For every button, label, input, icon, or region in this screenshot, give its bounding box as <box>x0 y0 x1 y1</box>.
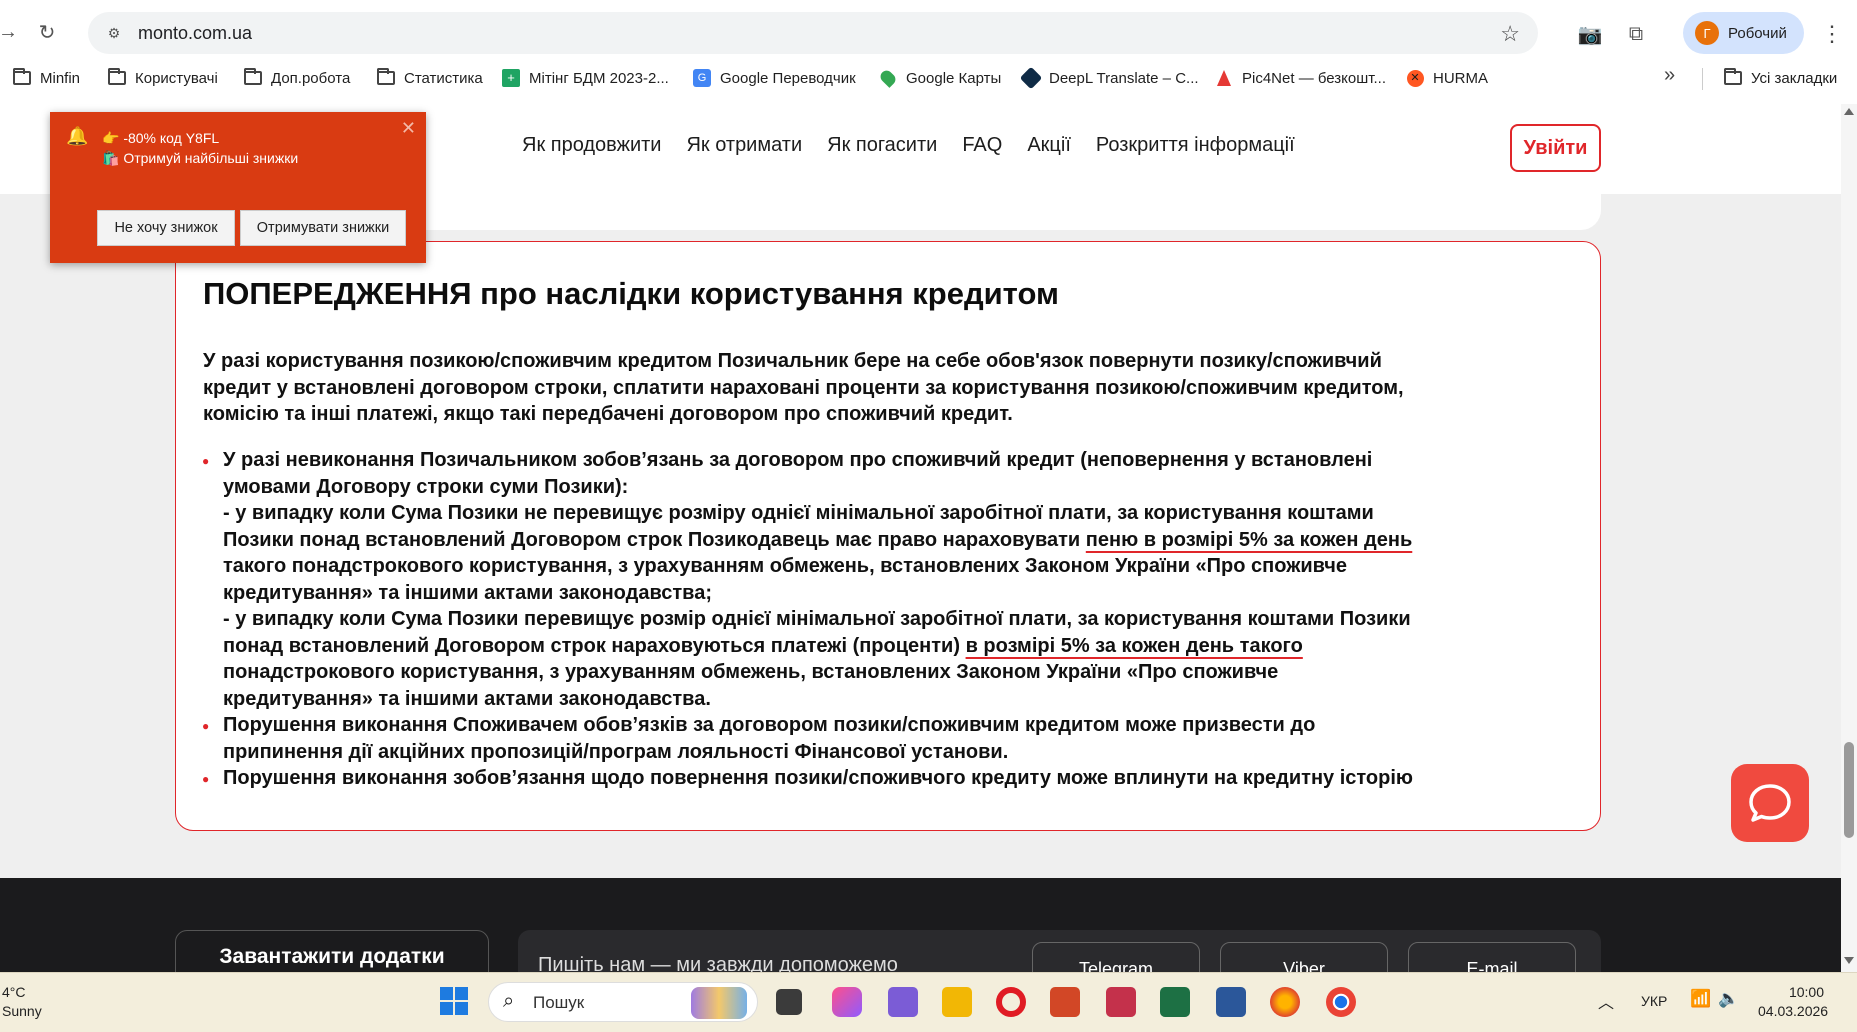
promo-notification: 🔔 ✕ 👉 -80% код Y8FL 🛍️ Отримуй найбільші… <box>50 112 426 263</box>
extensions-icon[interactable]: ⧉ <box>1622 20 1650 48</box>
opera-icon[interactable] <box>996 987 1026 1017</box>
profile-label: Робочий <box>1728 24 1787 42</box>
folder-icon <box>377 68 395 85</box>
underlined-penalty-text: пеню в розмірі 5% за кожен день <box>1085 528 1413 551</box>
list-item: У разі невиконання Позичальником зобов’я… <box>202 447 1543 712</box>
scroll-thumb[interactable] <box>1844 742 1854 838</box>
warning-card: ПОПЕРЕДЖЕННЯ про наслідки користування к… <box>175 241 1601 831</box>
bookmark-hurma[interactable]: ✕ HURMA <box>1405 64 1488 92</box>
login-button[interactable]: Увійти <box>1510 124 1601 172</box>
list-item: Порушення виконання зобов’язання щодо по… <box>202 765 1543 792</box>
sheets-icon: + <box>501 69 521 87</box>
word-icon[interactable] <box>1216 987 1246 1017</box>
profile-button[interactable]: Г Робочий <box>1683 12 1804 54</box>
folder-icon <box>1724 68 1742 85</box>
close-icon[interactable]: ✕ <box>401 118 416 139</box>
folder-icon <box>244 68 262 85</box>
nav-link-get[interactable]: Як отримати <box>686 134 802 157</box>
bookmark-deepl[interactable]: DeepL Translate – С... <box>1019 64 1199 92</box>
bookmark-users[interactable]: Користувачі <box>107 64 218 92</box>
volume-icon[interactable]: 🔈 <box>1718 989 1739 1009</box>
warning-intro: У разі користування позикою/споживчим кр… <box>203 350 1404 425</box>
snipping-tool-icon[interactable] <box>888 987 918 1017</box>
wifi-icon[interactable]: 📶 <box>1690 989 1711 1009</box>
bookmark-google-translate[interactable]: G Google Переводчик <box>692 64 856 92</box>
nav-link-extend[interactable]: Як продовжити <box>522 134 661 157</box>
search-placeholder: Пошук <box>533 993 585 1012</box>
bookmarks-bar: Minfin Користувачі Доп.робота Статистика… <box>0 62 1857 94</box>
task-view-icon[interactable] <box>776 989 802 1015</box>
file-explorer-icon[interactable] <box>942 987 972 1017</box>
all-bookmarks[interactable]: Усі закладки <box>1723 64 1837 92</box>
bookmark-side-work[interactable]: Доп.робота <box>243 64 350 92</box>
bookmark-star-icon[interactable]: ☆ <box>1500 21 1520 47</box>
underlined-interest-text: в розмірі 5% за кожен день такого <box>965 634 1303 657</box>
reload-icon[interactable]: ↻ <box>33 18 61 46</box>
chat-button[interactable] <box>1731 764 1809 842</box>
translate-icon: G <box>692 69 712 87</box>
windows-start-icon[interactable] <box>440 987 470 1017</box>
site-footer: Завантажити додатки Пишіть нам — ми завж… <box>0 878 1841 972</box>
forward-icon[interactable]: → <box>0 18 22 46</box>
browser-chrome: → ↻ ⚙ monto.com.ua ☆ 📷 ⧉ Г Робочий ⋮ Min… <box>0 0 1857 104</box>
scroll-down-icon[interactable] <box>1844 957 1854 964</box>
promo-message: 👉 -80% код Y8FL 🛍️ Отримуй найбільші зни… <box>102 130 299 166</box>
folder-icon <box>108 68 126 85</box>
excel-icon[interactable] <box>1160 987 1190 1017</box>
nav-link-repay[interactable]: Як погасити <box>827 134 937 157</box>
tray-overflow-icon[interactable]: ︿ <box>1598 989 1614 1013</box>
viber-button[interactable]: Viber <box>1220 942 1388 972</box>
clock[interactable]: 10:00 04.03.2026 <box>1758 983 1828 1021</box>
scroll-up-icon[interactable] <box>1844 108 1854 115</box>
decline-discounts-button[interactable]: Не хочу знижок <box>97 210 235 246</box>
nav-link-disclosure[interactable]: Розкриття інформації <box>1096 134 1295 157</box>
taskbar: 4°C Sunny ⌕ Пошук ︿ УКР 📶 🔈 10:00 04.03.… <box>0 972 1857 1032</box>
bookmark-google-maps[interactable]: Google Карты <box>878 64 1001 92</box>
bookmark-statistics[interactable]: Статистика <box>376 64 483 92</box>
bookmarks-divider <box>1702 68 1703 90</box>
nav-link-promotions[interactable]: Акції <box>1027 134 1071 157</box>
browser-menu-icon[interactable]: ⋮ <box>1818 20 1846 48</box>
powerpoint-icon[interactable] <box>1050 987 1080 1017</box>
hurma-icon: ✕ <box>1405 69 1425 87</box>
url-text[interactable]: monto.com.ua <box>138 23 252 44</box>
avatar: Г <box>1695 21 1719 45</box>
page-scrollbar[interactable] <box>1841 104 1857 972</box>
creative-cloud-icon[interactable] <box>832 987 862 1017</box>
site-nav: Як продовжити Як отримати Як погасити FA… <box>522 134 1295 157</box>
search-highlight-image <box>691 987 747 1019</box>
chat-bubble-icon <box>1749 784 1791 822</box>
accept-discounts-button[interactable]: Отримувати знижки <box>240 210 406 246</box>
maps-icon <box>878 68 898 88</box>
access-icon[interactable] <box>1106 987 1136 1017</box>
contact-text: Пишіть нам — ми завжди допоможемо <box>538 954 898 972</box>
camera-icon[interactable]: 📷 <box>1576 20 1604 48</box>
deepl-icon <box>1019 66 1043 90</box>
bookmark-meeting[interactable]: + Мітінг БДМ 2023-2... <box>501 64 669 92</box>
pic4net-icon <box>1214 69 1234 87</box>
download-apps-button[interactable]: Завантажити додатки <box>175 930 489 972</box>
bell-icon: 🔔 <box>66 126 89 146</box>
nav-link-faq[interactable]: FAQ <box>962 134 1002 157</box>
list-item: Порушення виконання Споживачем обов’язкі… <box>202 712 1543 765</box>
folder-icon <box>13 68 31 85</box>
contact-box: Пишіть нам — ми завжди допоможемо Telegr… <box>518 930 1601 972</box>
warning-list: У разі невиконання Позичальником зобов’я… <box>202 447 1543 792</box>
bookmarks-overflow-icon[interactable]: » <box>1664 64 1675 87</box>
warning-title: ПОПЕРЕДЖЕННЯ про наслідки користування к… <box>203 276 1059 311</box>
email-button[interactable]: E-mail <box>1408 942 1576 972</box>
firefox-icon[interactable] <box>1270 987 1300 1017</box>
chrome-icon[interactable] <box>1326 987 1356 1017</box>
site-info-icon[interactable]: ⚙ <box>102 21 126 45</box>
weather-widget[interactable]: 4°C Sunny <box>2 983 42 1021</box>
bookmark-minfin[interactable]: Minfin <box>12 64 80 92</box>
address-bar[interactable]: ⚙ monto.com.ua ☆ <box>88 12 1538 54</box>
language-indicator[interactable]: УКР <box>1641 993 1667 1009</box>
bookmark-pic4net[interactable]: Pic4Net — безкошт... <box>1214 64 1386 92</box>
taskbar-search[interactable]: ⌕ Пошук <box>488 982 758 1022</box>
search-icon: ⌕ <box>503 990 515 1012</box>
telegram-button[interactable]: Telegram <box>1032 942 1200 972</box>
toolbar: → ↻ ⚙ monto.com.ua ☆ 📷 ⧉ Г Робочий ⋮ <box>0 10 1857 54</box>
